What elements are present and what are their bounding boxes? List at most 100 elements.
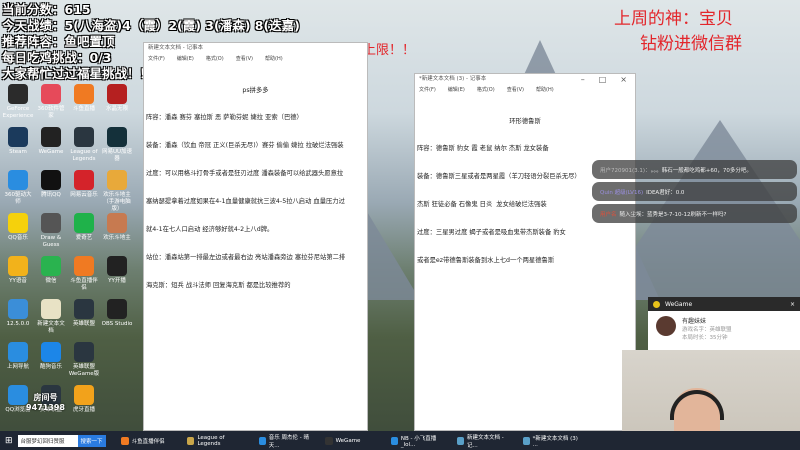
desktop-icon[interactable]: YY开播 — [101, 256, 133, 299]
text-area[interactable]: ps拼多多 阵容：潘森 赛芬 塞拉斯 恶 萨勒芬妮 婕拉 亚索（巴德） 装备：潘… — [144, 65, 367, 311]
taskbar-item[interactable]: WeGame — [320, 431, 386, 450]
taskbar-item[interactable]: League of Legends — [182, 431, 254, 450]
window-title: 新建文本文档 - 记事本 — [148, 45, 203, 52]
title-bar[interactable]: 新建文本文档 - 记事本 — [144, 43, 367, 55]
desktop-icon[interactable]: 360软件管家 — [35, 84, 67, 127]
desktop-icon[interactable]: 360驱动大师 — [2, 170, 34, 213]
menu-bar: 文件(F) 编辑(E) 格式(O) 查看(V) 帮助(H) — [144, 55, 367, 65]
start-button[interactable]: ⊞ — [0, 431, 18, 450]
desktop-icon[interactable]: 网易云音乐 — [68, 170, 100, 213]
app-icon — [120, 436, 129, 445]
desktop-icon[interactable]: GeForce Experience — [2, 84, 34, 127]
desktop-icon[interactable]: 虎牙直播 — [68, 385, 100, 428]
desktop-icon-label: OBS Studio — [101, 321, 133, 327]
desktop-icon[interactable]: 英雄联盟WeGame版 — [68, 342, 100, 385]
close-icon[interactable]: × — [790, 301, 795, 308]
search-input[interactable]: 台服梦幻回归赞服 — [17, 434, 78, 447]
desktop-icon[interactable]: 欢乐斗地主（手游电脑版） — [101, 170, 133, 213]
app-icon — [41, 170, 61, 190]
text-line: 就4-1在七人口启动 经济够好就4-2上八d牌。 — [146, 226, 274, 234]
menu-edit[interactable]: 编辑(E) — [177, 55, 194, 64]
desktop-icon[interactable]: 水晶无限 — [101, 84, 133, 127]
menu-view[interactable]: 查看(V) — [507, 86, 524, 95]
wechat-group-text: 钻粉进微信群 — [640, 34, 742, 54]
desktop-icon[interactable]: 欢乐斗地主 — [101, 213, 133, 256]
desktop-icon[interactable]: Draw & Guess — [35, 213, 67, 256]
desktop-icon[interactable]: 酷狗音乐 — [35, 342, 67, 385]
chat-text: IDEA君好：0.0 — [646, 190, 685, 196]
app-icon — [456, 436, 464, 445]
desktop-icon-label: 360驱动大师 — [4, 192, 32, 205]
desktop-icon[interactable] — [101, 385, 133, 428]
maximize-icon[interactable]: □ — [599, 75, 607, 84]
desktop-icon[interactable]: 新建文本文档 — [35, 299, 67, 342]
desktop-icon[interactable]: 网易UU加速器 — [101, 127, 133, 170]
taskbar-item[interactable]: NB - 小飞直播_lol... — [386, 431, 452, 450]
desktop-icon[interactable]: League of Legends — [68, 127, 100, 170]
app-icon — [41, 213, 61, 233]
menu-format[interactable]: 格式(O) — [206, 55, 224, 64]
room-number-logo: 房间号 9471398 — [26, 392, 65, 412]
text-line: 站位：潘森站第一排最左边或者最右边 亮站潘森旁边 塞拉芬尼站第二排 — [146, 253, 346, 261]
wegame-popup: WeGame × 有趣妹妹 游戏名字：英雄联盟 本局时长：35分钟 — [648, 297, 800, 352]
menu-file[interactable]: 文件(F) — [419, 86, 436, 95]
app-icon — [41, 342, 61, 362]
menu-help[interactable]: 帮助(H) — [265, 55, 283, 64]
text-line: 过度：可以用格斗打骨手或者是狂刃过度 潘森装备可以给武器头愿意拉 — [146, 170, 344, 178]
friend-name: 有趣妹妹 — [682, 318, 707, 325]
desktop-icon-label: QQ音乐 — [8, 235, 28, 241]
desktop-icon[interactable]: Steam — [2, 127, 34, 170]
desktop-icon[interactable]: 微信 — [35, 256, 67, 299]
title-bar[interactable]: *新建文本文档 (3) - 记事本 – □ × — [415, 74, 635, 86]
chat-text: 随入尘埃：蓝秀是3-7-10-12刷新不一样吗? — [619, 212, 727, 218]
notepad-window-2[interactable]: *新建文本文档 (3) - 记事本 – □ × 文件(F) 编辑(E) 格式(O) 查看(… — [414, 73, 636, 431]
app-icon — [324, 436, 333, 445]
app-icon — [41, 299, 61, 319]
desktop-icon-label: YY语音 — [9, 278, 27, 284]
desktop-icon[interactable]: OBS Studio — [101, 299, 133, 342]
desktop-icon-label: 欢乐斗地主（手游电脑版） — [103, 192, 131, 212]
desktop-icon-label: 英雄联盟 — [72, 321, 95, 327]
desktop-icon[interactable]: 英雄联盟 — [68, 299, 100, 342]
app-icon — [107, 342, 127, 362]
notepad-window-1[interactable]: 新建文本文档 - 记事本 文件(F) 编辑(E) 格式(O) 查看(V) 帮助(H) p… — [143, 42, 368, 431]
menu-view[interactable]: 查看(V) — [236, 55, 253, 64]
menu-format[interactable]: 格式(O) — [477, 86, 495, 95]
taskbar-item[interactable]: 音乐 周杰伦 - 晴天... — [254, 431, 320, 450]
desktop-icon[interactable]: 上网导航 — [2, 342, 34, 385]
menu-help[interactable]: 帮助(H) — [536, 86, 554, 95]
app-icon — [74, 342, 94, 362]
desktop-icon[interactable]: QQ音乐 — [2, 213, 34, 256]
search-button[interactable]: 搜索一下 — [77, 434, 106, 447]
app-icon — [8, 385, 28, 405]
minimize-icon[interactable]: – — [581, 75, 585, 84]
desktop-icon-label: 网易云音乐 — [70, 192, 98, 198]
taskbar-item[interactable]: 新建文本文档 - 记... — [452, 431, 518, 450]
desktop-icon-label: 360软件管家 — [37, 106, 65, 119]
desktop-icon[interactable]: 腾讯QQ — [35, 170, 67, 213]
menu-file[interactable]: 文件(F) — [148, 55, 165, 64]
taskbar-item[interactable]: 斗鱼直播伴侣 — [116, 431, 182, 450]
menu-edit[interactable]: 编辑(E) — [448, 86, 465, 95]
app-icon — [522, 436, 530, 445]
text-heading: 环形德鲁斯 — [509, 117, 541, 125]
desktop-icon[interactable]: WeGame — [35, 127, 67, 170]
taskbar-item[interactable]: *新建文本文档 (3) ... — [518, 431, 584, 450]
desktop-icon-label: WeGame — [38, 149, 64, 155]
desktop-icon[interactable]: 斗鱼直播 — [68, 84, 100, 127]
close-icon[interactable]: × — [620, 75, 627, 84]
app-icon — [74, 299, 94, 319]
app-icon — [107, 84, 127, 104]
desktop-icon[interactable]: 斗鱼直播伴侣 — [68, 256, 100, 299]
desktop-icon-label: 斗鱼直播伴侣 — [70, 278, 98, 291]
desktop-icon[interactable]: YY语音 — [2, 256, 34, 299]
desktop-icon[interactable]: 12.5.0.0 — [2, 299, 34, 342]
desktop-icon[interactable] — [101, 342, 133, 385]
window-title: *新建文本文档 (3) - 记事本 — [419, 76, 487, 83]
desktop-icon[interactable]: 爱奇艺 — [68, 213, 100, 256]
headset-icon — [670, 390, 724, 420]
desktop-icon-label: 新建文本文档 — [37, 321, 65, 334]
text-line: 阵容：德鲁斯 豹女 霞 老鼠 纳尔 杰斯 龙女装备 — [417, 145, 549, 153]
app-icon — [186, 436, 195, 445]
app-icon — [74, 213, 94, 233]
